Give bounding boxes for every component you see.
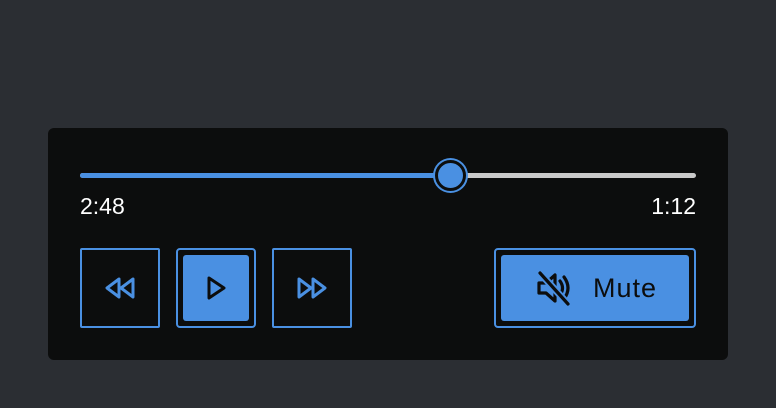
- seek-thumb[interactable]: [434, 160, 466, 191]
- seek-bar-progress: [80, 173, 450, 178]
- play-button-face: [183, 255, 249, 321]
- speaker-muted-icon: [533, 268, 573, 308]
- elapsed-time: 2:48: [80, 193, 125, 219]
- remaining-time: 1:12: [651, 193, 696, 219]
- seek-bar[interactable]: [80, 173, 696, 178]
- rewind-icon: [103, 276, 137, 300]
- fast-forward-icon: [295, 276, 329, 300]
- mute-button[interactable]: Mute: [494, 248, 696, 328]
- fast-forward-button[interactable]: [272, 248, 352, 328]
- rewind-button[interactable]: [80, 248, 160, 328]
- play-icon: [204, 275, 228, 301]
- play-button[interactable]: [176, 248, 256, 328]
- mute-label: Mute: [592, 272, 658, 303]
- media-player: 2:48 1:12 Mute: [48, 128, 728, 360]
- mute-button-face: Mute: [501, 255, 689, 321]
